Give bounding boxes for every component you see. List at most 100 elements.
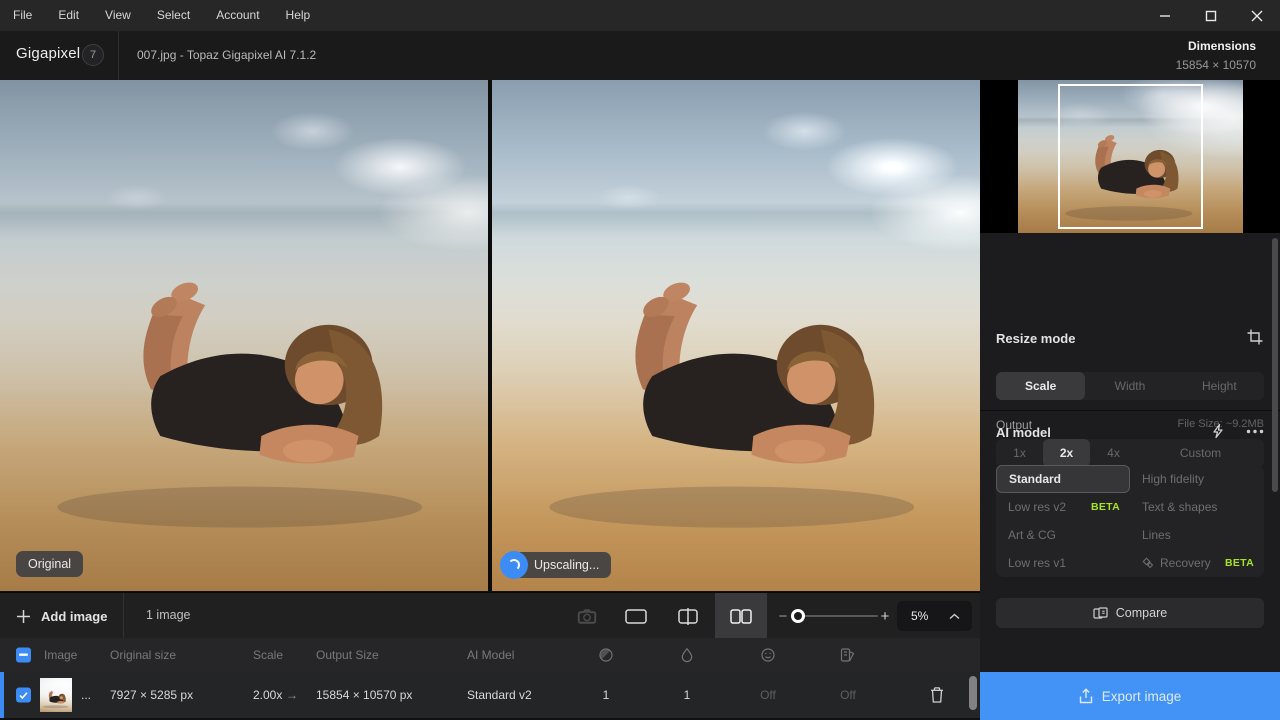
bottom-toolbar: Add image 1 image − + 5% xyxy=(0,592,980,638)
model-text-shapes[interactable]: Text & shapes xyxy=(1130,493,1264,521)
beta-badge: BETA xyxy=(1225,557,1254,569)
toolbar-divider xyxy=(123,593,124,639)
row-ai-model[interactable]: Standard v2 xyxy=(467,688,532,702)
right-panel: Resize mode Scale Width Height Output Fi… xyxy=(980,80,1280,720)
menu-select[interactable]: Select xyxy=(144,0,203,31)
chevron-up-icon xyxy=(949,613,960,620)
compare-button[interactable]: Compare xyxy=(996,598,1264,628)
model-recovery[interactable]: Recovery BETA xyxy=(1130,549,1264,577)
export-image-button[interactable]: Export image xyxy=(980,672,1280,720)
row-thumbnail[interactable] xyxy=(40,678,72,712)
gamma-swatch-icon xyxy=(840,648,856,663)
menu-view[interactable]: View xyxy=(92,0,144,31)
factor-2x-button[interactable]: 2x xyxy=(1043,439,1090,467)
row-gamma-value[interactable]: Off xyxy=(840,688,856,702)
spinner-icon xyxy=(500,551,528,579)
row-face-recovery-value[interactable]: Off xyxy=(760,688,776,702)
model-standard[interactable]: Standard xyxy=(996,465,1130,493)
row-scale[interactable]: 2.00x xyxy=(253,688,282,702)
ai-model-grid: Standard High fidelity Low res v2BETA Te… xyxy=(996,465,1264,577)
export-icon xyxy=(1079,688,1093,704)
scale-factor-segmented: 1x 2x 4x Custom xyxy=(996,439,1264,467)
split-view-icon[interactable] xyxy=(675,593,701,639)
sparkle-icon xyxy=(1142,557,1154,569)
face-recovery-icon xyxy=(761,648,776,663)
image-table-row[interactable]: ... 7927 × 5285 px 2.00x → 15854 × 10570… xyxy=(0,672,980,718)
add-image-button[interactable]: Add image xyxy=(16,593,107,639)
zoom-level-value: 5% xyxy=(911,609,949,623)
section-divider xyxy=(980,410,1280,411)
resize-width-tab[interactable]: Width xyxy=(1085,372,1174,400)
dimensions-label: Dimensions xyxy=(1176,39,1256,53)
panel-scrollbar[interactable] xyxy=(1272,238,1278,492)
selected-row-indicator xyxy=(0,672,4,718)
photo-subject xyxy=(512,223,961,570)
row-more: ... xyxy=(81,688,91,702)
menu-file[interactable]: File xyxy=(0,0,45,31)
upscaling-label: Upscaling... xyxy=(514,552,611,578)
model-low-res-v2[interactable]: Low res v2BETA xyxy=(996,493,1130,521)
preview-canvas: Original Upscaling... xyxy=(0,80,980,591)
zoom-in-button[interactable]: + xyxy=(874,593,896,639)
header-ai-model: AI Model xyxy=(467,648,514,662)
beta-badge: BETA xyxy=(1091,501,1120,513)
more-options-icon[interactable] xyxy=(1246,429,1264,434)
zoom-slider-knob[interactable] xyxy=(791,609,805,623)
model-lines[interactable]: Lines xyxy=(1130,521,1264,549)
model-low-res-v1[interactable]: Low res v1 xyxy=(996,549,1130,577)
single-view-icon[interactable] xyxy=(623,593,649,639)
gigapixel-window: File Edit View Select Account Help Gigap… xyxy=(0,0,1280,720)
header-original-size: Original size xyxy=(110,648,176,662)
select-all-checkbox[interactable] xyxy=(16,648,31,663)
dimensions-value: 15854 × 10570 xyxy=(1176,58,1256,72)
ai-model-title: AI model xyxy=(996,425,1051,440)
resize-height-tab[interactable]: Height xyxy=(1175,372,1264,400)
sharpen-droplet-icon xyxy=(681,648,693,663)
compare-icon xyxy=(1093,607,1108,620)
menu-account[interactable]: Account xyxy=(203,0,272,31)
model-art-cg[interactable]: Art & CG xyxy=(996,521,1130,549)
menu-help[interactable]: Help xyxy=(273,0,324,31)
arrow-icon: → xyxy=(286,688,298,702)
delete-row-icon[interactable] xyxy=(930,687,945,704)
header-scale: Scale xyxy=(253,648,283,662)
maximize-icon[interactable] xyxy=(1188,0,1234,31)
row-denoise-value[interactable]: 1 xyxy=(603,688,610,702)
app-logo: Gigapixel xyxy=(16,45,80,62)
factor-custom-button[interactable]: Custom xyxy=(1137,439,1264,467)
version-badge: 7 xyxy=(82,44,104,66)
zoom-slider-track[interactable] xyxy=(793,615,878,617)
row-sharpen-value[interactable]: 1 xyxy=(684,688,691,702)
snapshot-camera-icon[interactable] xyxy=(574,593,600,639)
table-scrollbar[interactable] xyxy=(969,676,977,710)
menu-edit[interactable]: Edit xyxy=(45,0,92,31)
factor-4x-button[interactable]: 4x xyxy=(1090,439,1137,467)
side-by-side-view-icon[interactable] xyxy=(728,593,754,639)
resize-scale-tab[interactable]: Scale xyxy=(996,372,1085,400)
upscaling-badge: Upscaling... xyxy=(500,551,611,579)
model-high-fidelity[interactable]: High fidelity xyxy=(1130,465,1264,493)
factor-1x-button[interactable]: 1x xyxy=(996,439,1043,467)
photo-subject xyxy=(20,223,469,570)
titlebar-divider xyxy=(118,31,119,80)
resize-mode-title: Resize mode xyxy=(996,331,1075,346)
image-count: 1 image xyxy=(146,608,190,622)
row-output-size: 15854 × 10570 px xyxy=(316,688,412,702)
navigator-preview[interactable] xyxy=(980,80,1280,233)
navigator-viewport[interactable] xyxy=(1058,84,1203,229)
zoom-level-select[interactable]: 5% xyxy=(897,601,972,631)
close-icon[interactable] xyxy=(1234,0,1280,31)
crop-icon[interactable] xyxy=(1246,328,1264,346)
dimensions-readout: Dimensions 15854 × 10570 xyxy=(1176,39,1256,72)
document-title: 007.jpg - Topaz Gigapixel AI 7.1.2 xyxy=(137,48,316,62)
image-table-header: Image Original size Scale Output Size AI… xyxy=(0,638,980,672)
menu-bar: File Edit View Select Account Help xyxy=(0,0,1280,31)
header-output-size: Output Size xyxy=(316,648,379,662)
original-badge: Original xyxy=(16,551,83,577)
upscaled-pane[interactable]: Upscaling... xyxy=(492,80,980,591)
header-image: Image xyxy=(44,648,77,662)
minimize-icon[interactable] xyxy=(1142,0,1188,31)
row-checkbox[interactable] xyxy=(16,688,31,703)
original-pane[interactable]: Original xyxy=(0,80,488,591)
lightning-icon[interactable] xyxy=(1210,423,1226,439)
